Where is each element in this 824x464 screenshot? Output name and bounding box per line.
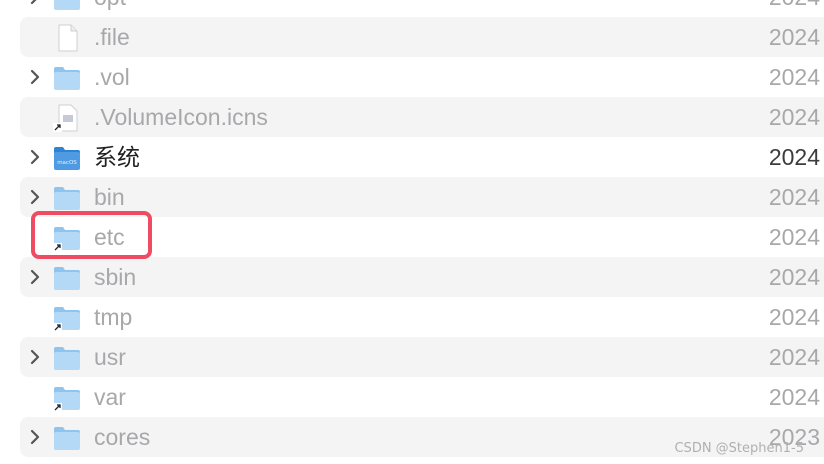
item-name: bin (94, 184, 125, 210)
disclosure-chevron-icon[interactable] (28, 149, 42, 165)
disclosure-chevron-icon[interactable] (28, 349, 42, 365)
item-name: .file (94, 24, 130, 50)
item-date-modified: 2024 (768, 104, 820, 130)
item-date-modified: 2024 (768, 344, 820, 370)
item-name: usr (94, 344, 126, 370)
folder-alias-icon (52, 383, 82, 413)
highlight-box-etc (31, 211, 152, 259)
list-row-tmp[interactable]: tmp 2024 (20, 297, 824, 337)
item-date-modified: 2024 (768, 144, 820, 170)
item-name: sbin (94, 264, 137, 290)
item-date-modified: 2024 (768, 304, 820, 330)
folder-icon (52, 0, 82, 13)
item-date-modified: 2024 (768, 264, 820, 290)
item-date-modified: 2024 (769, 0, 820, 11)
folder-icon (52, 183, 82, 213)
item-date-modified: 2024 (768, 184, 820, 210)
folder-icon (52, 423, 82, 453)
folder-icon (52, 343, 82, 373)
disclosure-chevron-icon[interactable] (28, 429, 42, 445)
item-name: .VolumeIcon.icns (94, 104, 268, 130)
list-row-VolumeIconicns[interactable]: .VolumeIcon.icns 2024 (20, 97, 824, 137)
disclosure-chevron-icon[interactable] (28, 189, 42, 205)
disclosure-chevron-icon[interactable] (28, 69, 42, 85)
item-date-modified: 2024 (768, 224, 820, 250)
list-row-system[interactable]: macOS 系统 2024 (20, 137, 824, 177)
item-name: 系统 (94, 144, 140, 170)
file-icon (52, 23, 82, 53)
item-name: tmp (94, 304, 133, 330)
disclosure-chevron-icon[interactable] (28, 269, 42, 285)
list-row-var[interactable]: var 2024 (20, 377, 824, 417)
item-name: opt (94, 0, 126, 11)
macos-folder-icon: macOS (52, 143, 82, 173)
svg-text:macOS: macOS (57, 160, 77, 166)
disclosure-chevron-icon[interactable] (28, 0, 42, 5)
item-date-modified: 2024 (768, 64, 820, 90)
item-date-modified: 2024 (768, 24, 820, 50)
item-name: .vol (94, 64, 130, 90)
folder-icon (52, 63, 82, 93)
watermark: CSDN @Stephen1-5 (674, 441, 804, 456)
list-row-file[interactable]: .file 2024 (20, 17, 824, 57)
folder-icon (52, 263, 82, 293)
list-row-opt[interactable]: opt 2024 (20, 0, 824, 17)
icns-alias-icon (52, 103, 82, 133)
item-date-modified: 2024 (768, 384, 820, 410)
list-row-sbin[interactable]: sbin 2024 (20, 257, 824, 297)
item-name: var (94, 384, 126, 410)
folder-alias-icon (52, 303, 82, 333)
list-row-vol[interactable]: .vol 2024 (20, 57, 824, 97)
list-row-usr[interactable]: usr 2024 (20, 337, 824, 377)
item-name: cores (94, 424, 151, 450)
